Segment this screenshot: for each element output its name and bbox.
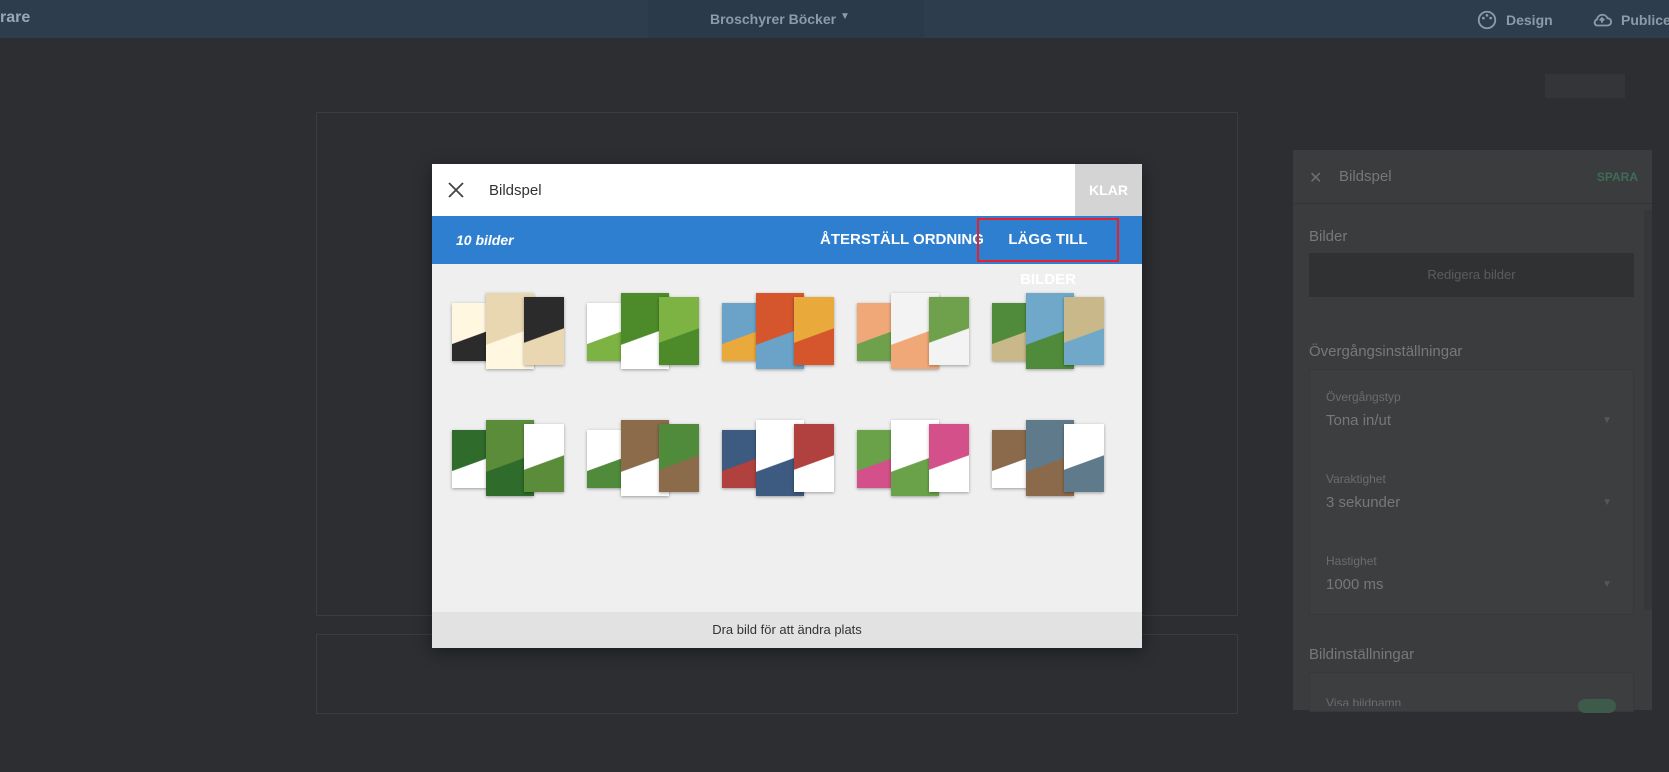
partial-setting-label: Visa bildnamn <box>1326 696 1402 706</box>
image-thumbnail-5[interactable] <box>992 287 1104 379</box>
chevron-down-icon: ▼ <box>1602 497 1612 508</box>
modal-title: Bildspel <box>489 182 542 199</box>
modal-toolbar: 10 bilder ÅTERSTÄLL ORDNING LÄGG TILL BI… <box>432 216 1142 288</box>
transition-type-label: Övergångstyp <box>1326 390 1401 404</box>
close-icon[interactable]: ✕ <box>1309 168 1322 188</box>
side-panel-header: ✕ Bildspel SPARA <box>1293 150 1652 204</box>
edit-images-button[interactable]: Redigera bilder <box>1309 253 1634 297</box>
image-thumbnail-9[interactable] <box>857 414 969 506</box>
thumbnail-page <box>659 297 699 365</box>
thumbnail-page <box>794 297 834 365</box>
palette-icon <box>1477 10 1497 30</box>
side-panel: ✕ Bildspel SPARA Bilder Redigera bilder … <box>1293 150 1652 713</box>
design-button[interactable]: Design <box>1476 9 1553 31</box>
thumbnail-page <box>524 424 564 492</box>
save-button[interactable]: SPARA <box>1597 170 1638 184</box>
done-button[interactable]: KLAR <box>1075 164 1142 216</box>
transition-heading: Övergångsinställningar <box>1309 343 1463 360</box>
thumbnail-page <box>929 297 969 365</box>
top-bar: rare Broschyrer Böcker ▼ Design Publice <box>0 0 1669 38</box>
image-thumbnail-2[interactable] <box>587 287 699 379</box>
thumbnail-page <box>794 424 834 492</box>
thumbnail-page <box>1064 297 1104 365</box>
chevron-down-icon: ▼ <box>1602 415 1612 426</box>
scrollbar[interactable] <box>1644 210 1652 610</box>
close-icon[interactable] <box>446 180 466 200</box>
publish-label: Publice <box>1621 12 1669 28</box>
background-control <box>1545 74 1625 98</box>
design-label: Design <box>1506 12 1553 28</box>
drag-hint: Dra bild för att ändra plats <box>432 612 1142 648</box>
images-heading: Bilder <box>1309 228 1348 245</box>
modal-header: Bildspel KLAR <box>432 164 1142 216</box>
image-count: 10 bilder <box>456 232 514 248</box>
image-thumbnail-4[interactable] <box>857 287 969 379</box>
reset-order-button[interactable]: ÅTERSTÄLL ORDNING <box>820 231 984 248</box>
add-images-button[interactable]: LÄGG TILL BILDER <box>977 218 1119 288</box>
speed-label: Hastighet <box>1326 554 1377 568</box>
project-title: Broschyrer Böcker <box>710 11 837 27</box>
thumbnail-page <box>1064 424 1104 492</box>
top-left-text: rare <box>0 9 31 26</box>
image-thumbnail-7[interactable] <box>587 414 699 506</box>
publish-button[interactable]: Publice <box>1591 9 1669 31</box>
cloud-upload-icon <box>1593 13 1613 27</box>
thumbnail-page <box>929 424 969 492</box>
duration-label: Varaktighet <box>1326 472 1386 486</box>
thumbnail-page <box>524 297 564 365</box>
chevron-down-icon: ▼ <box>1602 579 1612 590</box>
transition-type-select[interactable]: Tona in/ut <box>1326 412 1391 429</box>
thumbnail-page <box>659 424 699 492</box>
image-settings-heading: Bildinställningar <box>1309 646 1415 663</box>
slideshow-modal: Bildspel KLAR 10 bilder ÅTERSTÄLL ORDNIN… <box>432 164 1142 648</box>
duration-select[interactable]: 3 sekunder <box>1326 494 1400 511</box>
image-thumbnail-6[interactable] <box>452 414 564 506</box>
image-thumbnail-8[interactable] <box>722 414 834 506</box>
speed-select[interactable]: 1000 ms <box>1326 576 1384 593</box>
image-thumbnail-10[interactable] <box>992 414 1104 506</box>
toggle-switch[interactable] <box>1578 699 1616 713</box>
chevron-down-icon: ▼ <box>840 11 850 22</box>
image-thumbnail-1[interactable] <box>452 287 564 379</box>
image-thumbnail-3[interactable] <box>722 287 834 379</box>
project-title-dropdown[interactable]: Broschyrer Böcker ▼ <box>648 0 924 38</box>
side-panel-title: Bildspel <box>1339 168 1392 185</box>
